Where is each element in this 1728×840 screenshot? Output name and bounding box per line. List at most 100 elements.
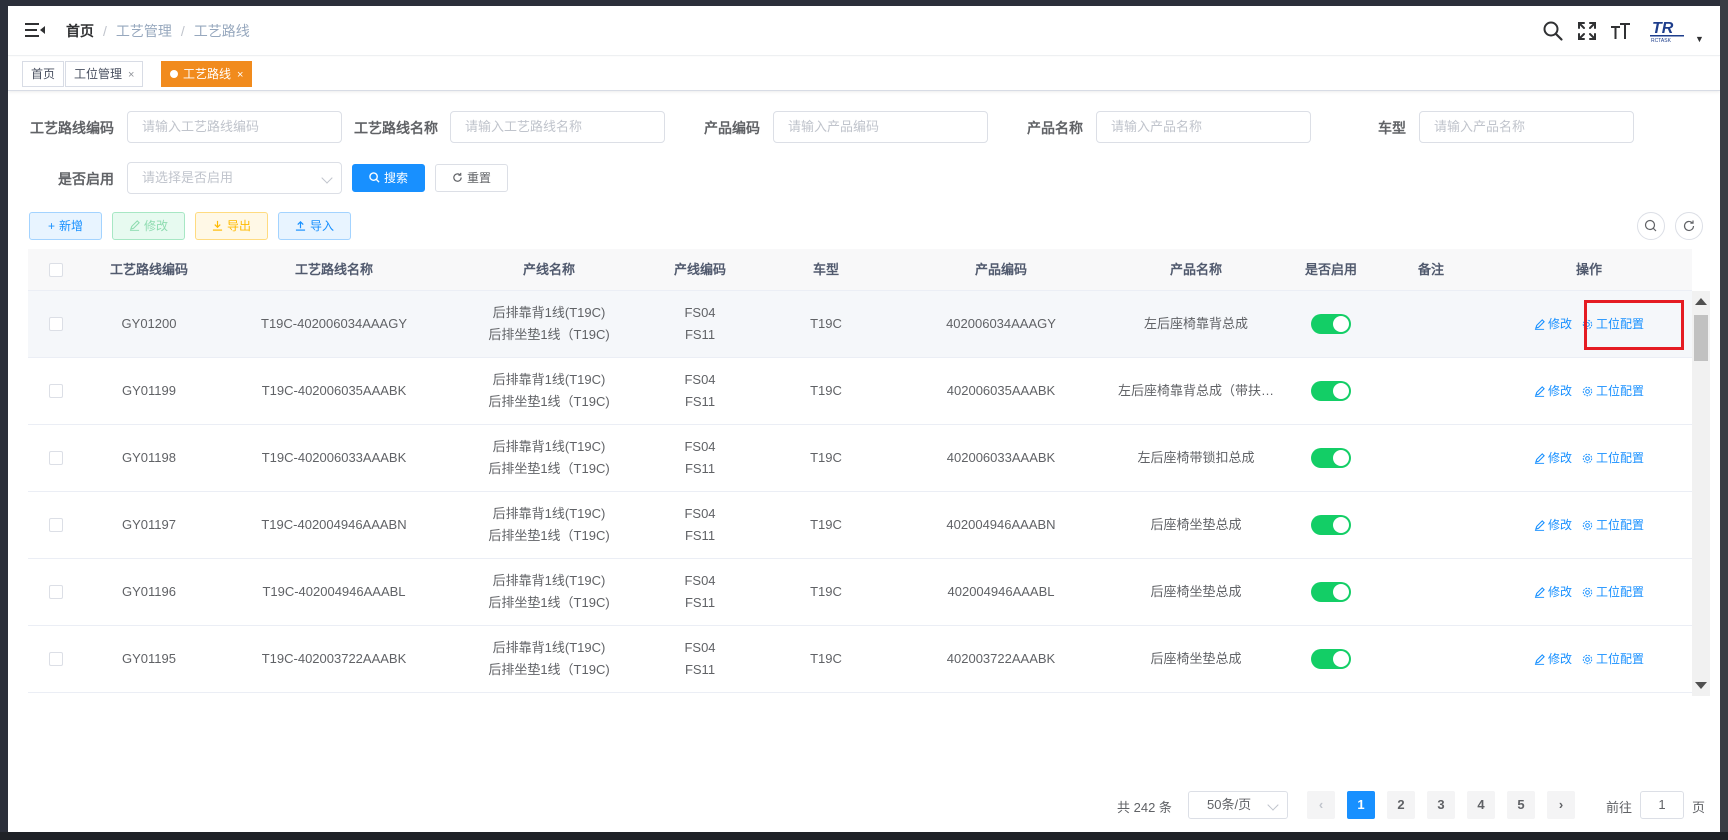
label-route-code: 工艺路线编码 bbox=[30, 120, 114, 136]
page-2-button[interactable]: 2 bbox=[1387, 791, 1415, 819]
tag-close-icon[interactable]: × bbox=[128, 69, 134, 81]
row-edit-button[interactable]: 修改 bbox=[1534, 380, 1572, 402]
scroll-thumb[interactable] bbox=[1694, 315, 1708, 361]
add-button[interactable]: + 新增 bbox=[29, 212, 102, 240]
tag-home[interactable]: 首页 bbox=[22, 61, 65, 87]
row-edit-button[interactable]: 修改 bbox=[1534, 648, 1572, 670]
font-size-icon[interactable] bbox=[1609, 20, 1631, 42]
table-row[interactable]: GY01194T19C-402004936AAABN后排靠背1线(T19C)后排… bbox=[28, 693, 1692, 696]
select-all-checkbox[interactable] bbox=[49, 263, 63, 277]
cell-select[interactable] bbox=[28, 626, 84, 692]
sidebar-toggle-icon[interactable] bbox=[25, 22, 45, 40]
row-edit-button[interactable]: 修改 bbox=[1534, 313, 1572, 335]
row-checkbox[interactable] bbox=[49, 317, 63, 331]
goto-page-input[interactable]: 1 bbox=[1640, 791, 1684, 819]
enabled-switch[interactable] bbox=[1311, 381, 1351, 401]
cell-enabled[interactable] bbox=[1286, 626, 1376, 692]
row-checkbox[interactable] bbox=[49, 652, 63, 666]
cell-actions: 修改工位配置 bbox=[1486, 559, 1692, 625]
row-edit-button[interactable]: 修改 bbox=[1534, 447, 1572, 469]
breadcrumb-home[interactable]: 首页 bbox=[66, 21, 94, 41]
cell-select[interactable] bbox=[28, 492, 84, 558]
cell-enabled[interactable] bbox=[1286, 358, 1376, 424]
row-checkbox[interactable] bbox=[49, 451, 63, 465]
table-row[interactable]: GY01199 T19C-402006035AAABK 后排靠背1线(T19C) 后排… bbox=[28, 358, 1692, 425]
vehicle-model-input[interactable]: 请输入产品名称 bbox=[1419, 111, 1634, 143]
toggle-search-button[interactable] bbox=[1637, 212, 1665, 240]
scroll-up-arrow-icon[interactable] bbox=[1695, 298, 1707, 305]
prev-page-button[interactable]: ‹ bbox=[1307, 791, 1335, 819]
product-name-input[interactable]: 请输入产品名称 bbox=[1096, 111, 1311, 143]
page-size-select[interactable]: 50条/页 bbox=[1188, 791, 1288, 819]
company-logo[interactable]: TR RCTASK bbox=[1648, 18, 1688, 44]
row-workstation-config-button[interactable]: 工位配置 bbox=[1582, 313, 1644, 335]
breadcrumb-process-management[interactable]: 工艺管理 bbox=[116, 21, 172, 41]
cell-enabled[interactable] bbox=[1286, 425, 1376, 491]
page-1-button[interactable]: 1 bbox=[1347, 791, 1375, 819]
cell-product-name: 左后座椅靠背总成 bbox=[1143, 316, 1248, 331]
cell-select[interactable] bbox=[28, 559, 84, 625]
enabled-switch[interactable] bbox=[1311, 314, 1351, 334]
cell-enabled[interactable] bbox=[1286, 492, 1376, 558]
cell-route-code: GY01194 bbox=[84, 693, 214, 696]
import-button[interactable]: 导入 bbox=[278, 212, 351, 240]
row-workstation-config-button[interactable]: 工位配置 bbox=[1582, 447, 1644, 469]
cell-enabled[interactable] bbox=[1286, 559, 1376, 625]
product-code-input[interactable]: 请输入产品编码 bbox=[773, 111, 988, 143]
table-row[interactable]: GY01196 T19C-402004946AAABL 后排靠背1线(T19C) 后排… bbox=[28, 559, 1692, 626]
cell-select[interactable] bbox=[28, 358, 84, 424]
edit-button[interactable]: 修改 bbox=[112, 212, 185, 240]
row-checkbox[interactable] bbox=[49, 384, 63, 398]
row-edit-button[interactable]: 修改 bbox=[1534, 514, 1572, 536]
table-row[interactable]: GY01197 T19C-402004946AAABN 后排靠背1线(T19C) 后排… bbox=[28, 492, 1692, 559]
row-workstation-config-button[interactable]: 工位配置 bbox=[1582, 380, 1644, 402]
search-icon[interactable] bbox=[1542, 20, 1564, 42]
header-remark: 备注 bbox=[1417, 262, 1444, 277]
row-workstation-config-button[interactable]: 工位配置 bbox=[1582, 581, 1644, 603]
scroll-down-arrow-icon[interactable] bbox=[1695, 682, 1707, 689]
enabled-select[interactable]: 请选择是否启用 bbox=[127, 162, 342, 194]
cell-select[interactable] bbox=[28, 291, 84, 357]
tag-close-icon[interactable]: × bbox=[237, 69, 243, 81]
export-button[interactable]: 导出 bbox=[195, 212, 268, 240]
cell-select[interactable] bbox=[28, 693, 84, 696]
table-scrollbar[interactable] bbox=[1692, 291, 1710, 696]
user-menu-caret-icon[interactable]: ▼ bbox=[1695, 34, 1704, 44]
row-workstation-config-button[interactable]: 工位配置 bbox=[1582, 514, 1644, 536]
row-edit-button[interactable]: 修改 bbox=[1534, 581, 1572, 603]
page-4-button[interactable]: 4 bbox=[1467, 791, 1495, 819]
next-page-button[interactable]: › bbox=[1547, 791, 1575, 819]
cell-route-name: T19C-402006033AAABK bbox=[261, 450, 407, 465]
search-button[interactable]: 搜索 bbox=[352, 164, 425, 192]
enabled-switch[interactable] bbox=[1311, 649, 1351, 669]
cell-enabled[interactable] bbox=[1286, 291, 1376, 357]
route-name-input[interactable]: 请输入工艺路线名称 bbox=[450, 111, 665, 143]
table-row[interactable]: GY01200 T19C-402006034AAAGY 后排靠背1线(T19C) 后排… bbox=[28, 291, 1692, 358]
table-row[interactable]: GY01198 T19C-402006033AAABK 后排靠背1线(T19C) 后排… bbox=[28, 425, 1692, 492]
cell-product-code: 402004946AAABN bbox=[946, 517, 1056, 532]
cell-enabled[interactable] bbox=[1286, 693, 1376, 696]
page-5-button[interactable]: 5 bbox=[1507, 791, 1535, 819]
header-select-all[interactable] bbox=[28, 249, 84, 291]
page-3-button[interactable]: 3 bbox=[1427, 791, 1455, 819]
tag-process-route[interactable]: 工艺路线 × bbox=[161, 61, 253, 87]
route-code-input[interactable]: 请输入工艺路线编码 bbox=[127, 111, 342, 143]
cell-select[interactable] bbox=[28, 425, 84, 491]
cell-product-name: 左后座椅带锁扣总成 bbox=[1137, 450, 1255, 465]
row-checkbox[interactable] bbox=[49, 518, 63, 532]
reset-button[interactable]: 重置 bbox=[435, 164, 508, 192]
enabled-switch[interactable] bbox=[1311, 448, 1351, 468]
chevron-down-icon bbox=[1267, 799, 1279, 811]
fullscreen-icon[interactable] bbox=[1576, 20, 1598, 42]
cell-product-code: 402003722AAABK bbox=[946, 651, 1056, 666]
enabled-switch[interactable] bbox=[1311, 515, 1351, 535]
enabled-switch[interactable] bbox=[1311, 582, 1351, 602]
table-row[interactable]: GY01195 T19C-402003722AAABK 后排靠背1线(T19C) 后排… bbox=[28, 626, 1692, 693]
refresh-table-button[interactable] bbox=[1675, 212, 1703, 240]
row-checkbox[interactable] bbox=[49, 585, 63, 599]
cell-route-code: GY01197 bbox=[122, 517, 176, 532]
download-icon bbox=[212, 220, 223, 231]
row-workstation-config-button[interactable]: 工位配置 bbox=[1582, 648, 1644, 670]
plus-icon: + bbox=[47, 219, 55, 233]
tag-workstation-management[interactable]: 工位管理 × bbox=[65, 61, 144, 87]
